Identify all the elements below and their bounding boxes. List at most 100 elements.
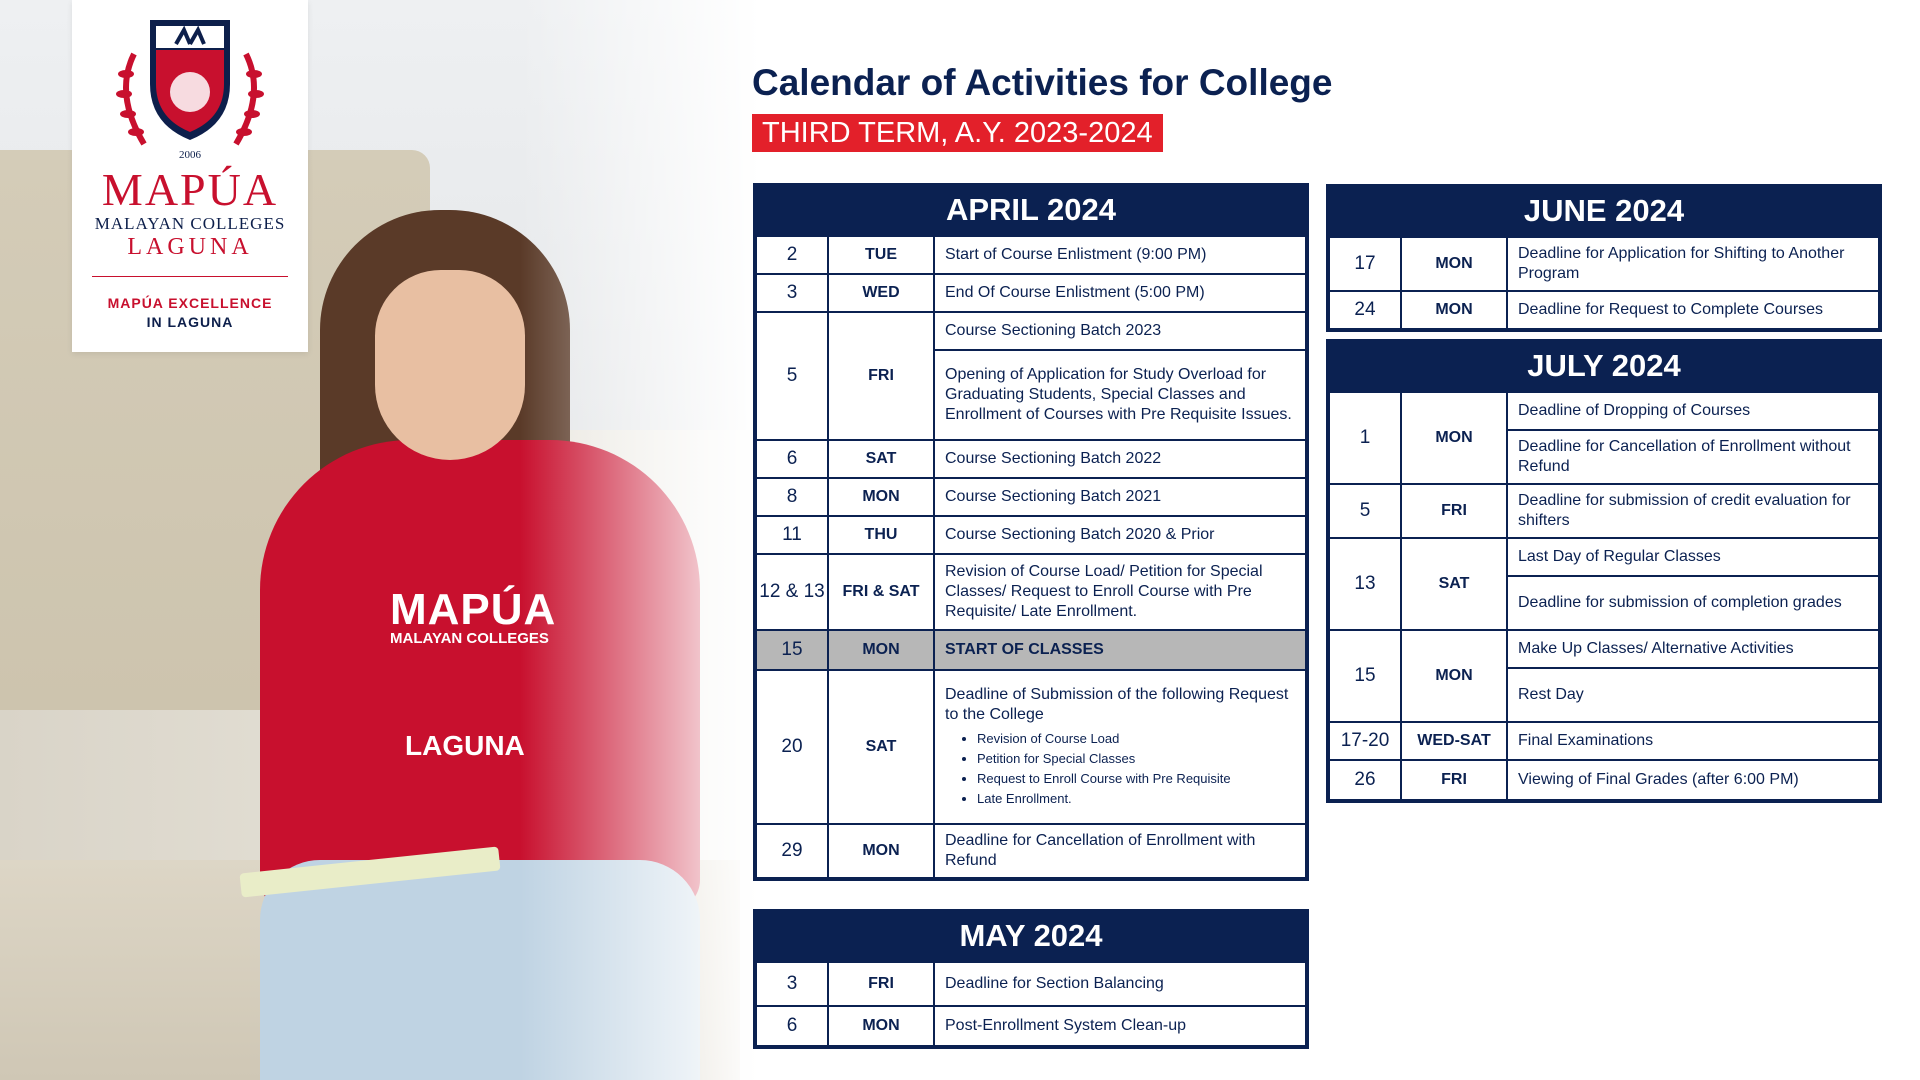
weekday-cell: SAT (1400, 537, 1508, 631)
date-cell: 12 & 13 (755, 553, 829, 631)
date-cell: 3 (755, 961, 829, 1007)
table-row: 6 SAT Course Sectioning Batch 2022 (755, 439, 1307, 479)
table-row: 3 WED End Of Course Enlistment (5:00 PM) (755, 273, 1307, 313)
calendar-april: APRIL 2024 2 TUE Start of Course Enlistm… (753, 183, 1309, 881)
date-cell: 5 (1328, 483, 1402, 539)
weekday-cell: FRI (827, 311, 935, 441)
table-row: 20 SAT Deadline of Submission of the fol… (755, 669, 1307, 825)
table-row: 24 MON Deadline for Request to Complete … (1328, 290, 1880, 330)
page-title: Calendar of Activities for College (752, 62, 1333, 103)
date-cell: 20 (755, 669, 829, 825)
may-table: 3 FRI Deadline for Section Balancing 6 M… (755, 961, 1307, 1047)
calendar-may: MAY 2024 3 FRI Deadline for Section Bala… (753, 909, 1309, 1049)
table-row: 17-20 WED-SAT Final Examinations (1328, 721, 1880, 761)
date-cell: 29 (755, 823, 829, 879)
date-cell: 11 (755, 515, 829, 555)
weekday-cell: MON (1400, 629, 1508, 723)
table-row: 8 MON Course Sectioning Batch 2021 (755, 477, 1307, 517)
date-cell: 15 (1328, 629, 1402, 723)
weekday-cell: MON (827, 1005, 935, 1047)
logo-tagline-1: MAPÚA EXCELLENCE (107, 295, 273, 311)
student-face (375, 270, 525, 460)
list-item: Request to Enroll Course with Pre Requis… (977, 769, 1295, 789)
table-row: 12 & 13 FRI & SAT Revision of Course Loa… (755, 553, 1307, 631)
table-row: 3 FRI Deadline for Section Balancing (755, 961, 1307, 1007)
term-banner: THIRD TERM, A.Y. 2023-2024 (752, 114, 1163, 152)
activity-cell: START OF CLASSES (933, 629, 1307, 671)
weekday-cell: FRI (1400, 759, 1508, 801)
activity-cell: Start of Course Enlistment (9:00 PM) (933, 235, 1307, 275)
weekday-cell: WED (827, 273, 935, 313)
date-cell: 6 (755, 439, 829, 479)
activity-cell: Deadline of Dropping of Courses (1506, 391, 1880, 431)
date-cell: 6 (755, 1005, 829, 1047)
table-row: 26 FRI Viewing of Final Grades (after 6:… (1328, 759, 1880, 801)
activity-cell: Deadline for Cancellation of Enrollment … (933, 823, 1307, 879)
table-row: 1 MON Deadline of Dropping of Courses (1328, 391, 1880, 485)
list-item: Late Enrollment. (977, 789, 1295, 809)
activity-cell: Course Sectioning Batch 2022 (933, 439, 1307, 479)
activity-cell: Course Sectioning Batch 2021 (933, 477, 1307, 517)
activity-cell: Deadline for Section Balancing (933, 961, 1307, 1007)
weekday-cell: MON (1400, 290, 1508, 330)
date-cell: 1 (1328, 391, 1402, 485)
date-cell: 5 (755, 311, 829, 441)
logo-name: MAPÚA (101, 164, 279, 215)
list-item: Revision of Course Load (977, 729, 1295, 749)
table-row: 5 FRI Course Sectioning Batch 2023 (755, 311, 1307, 441)
photo-fade (520, 0, 760, 1080)
activity-cell: Deadline for submission of completion gr… (1506, 575, 1880, 631)
activity-cell: Deadline for submission of credit evalua… (1506, 483, 1880, 539)
activity-cell: Deadline for Application for Shifting to… (1506, 236, 1880, 292)
table-row: 13 SAT Last Day of Regular Classes (1328, 537, 1880, 631)
activity-cell: Opening of Application for Study Overloa… (933, 349, 1307, 441)
logo-college: MALAYAN COLLEGES (94, 214, 286, 233)
weekday-cell: FRI (827, 961, 935, 1007)
svg-text:2006: 2006 (179, 149, 202, 161)
activity-bullet-list: Revision of Course Load Petition for Spe… (945, 729, 1295, 809)
table-row: 5 FRI Deadline for submission of credit … (1328, 483, 1880, 539)
weekday-cell: THU (827, 515, 935, 555)
school-logo: 2006 MAPÚA MALAYAN COLLEGES LAGUNA MAPÚA… (72, 0, 308, 352)
table-row: 6 MON Post-Enrollment System Clean-up (755, 1005, 1307, 1047)
weekday-cell: MON (1400, 391, 1508, 485)
logo-tagline-2: IN LAGUNA (146, 314, 234, 330)
weekday-cell: MON (1400, 236, 1508, 292)
hoodie-print-campus: LAGUNA (405, 730, 525, 761)
date-cell: 15 (755, 629, 829, 671)
activity-cell: Last Day of Regular Classes (1506, 537, 1880, 577)
date-cell: 2 (755, 235, 829, 275)
weekday-cell: MON (827, 629, 935, 671)
month-heading-july: JULY 2024 (1328, 341, 1880, 391)
date-cell: 13 (1328, 537, 1402, 631)
activity-cell: Revision of Course Load/ Petition for Sp… (933, 553, 1307, 631)
calendar-july: JULY 2024 1 MON Deadline of Dropping of … (1326, 339, 1882, 803)
weekday-cell: MON (827, 477, 935, 517)
date-cell: 26 (1328, 759, 1402, 801)
logo-divider (92, 276, 288, 277)
table-row: 29 MON Deadline for Cancellation of Enro… (755, 823, 1307, 879)
july-table: 1 MON Deadline of Dropping of Courses De… (1328, 391, 1880, 801)
activity-cell: End Of Course Enlistment (5:00 PM) (933, 273, 1307, 313)
weekday-cell: FRI (1400, 483, 1508, 539)
table-row: 11 THU Course Sectioning Batch 2020 & Pr… (755, 515, 1307, 555)
weekday-cell: MON (827, 823, 935, 879)
date-cell: 8 (755, 477, 829, 517)
table-row: 15 MON Make Up Classes/ Alternative Acti… (1328, 629, 1880, 723)
list-item: Petition for Special Classes (977, 749, 1295, 769)
table-row: 2 TUE Start of Course Enlistment (9:00 P… (755, 235, 1307, 275)
month-heading-may: MAY 2024 (755, 911, 1307, 961)
activity-cell: Course Sectioning Batch 2020 & Prior (933, 515, 1307, 555)
table-row: 17 MON Deadline for Application for Shif… (1328, 236, 1880, 292)
activity-cell: Rest Day (1506, 667, 1880, 723)
month-heading-june: JUNE 2024 (1328, 186, 1880, 236)
activity-cell: Final Examinations (1506, 721, 1880, 761)
weekday-cell: FRI & SAT (827, 553, 935, 631)
date-cell: 24 (1328, 290, 1402, 330)
date-cell: 17 (1328, 236, 1402, 292)
weekday-cell: SAT (827, 439, 935, 479)
activity-cell: Deadline for Cancellation of Enrollment … (1506, 429, 1880, 485)
date-cell: 17-20 (1328, 721, 1402, 761)
weekday-cell: SAT (827, 669, 935, 825)
april-table: 2 TUE Start of Course Enlistment (9:00 P… (755, 235, 1307, 879)
